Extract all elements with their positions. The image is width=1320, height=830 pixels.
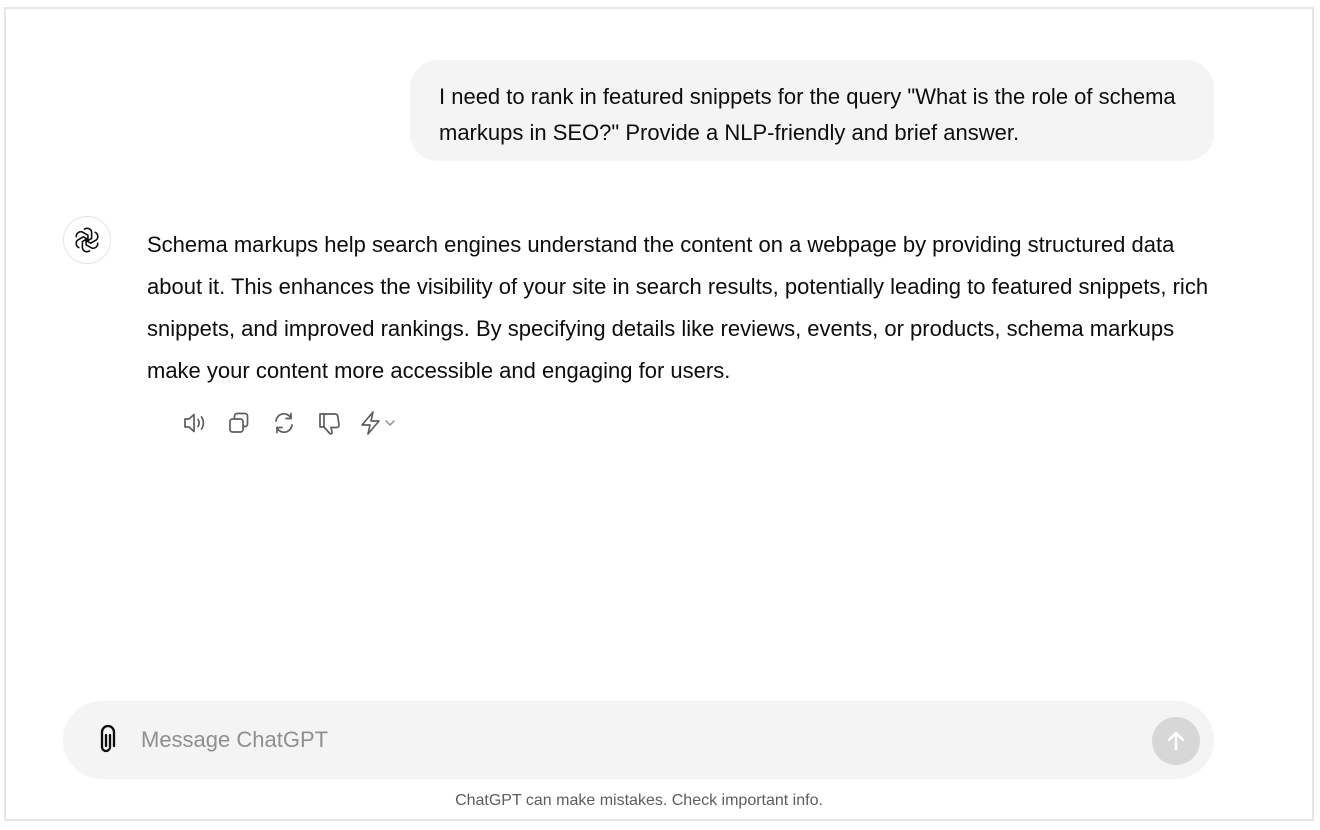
lightning-icon xyxy=(361,411,380,435)
read-aloud-button[interactable] xyxy=(176,405,212,441)
arrow-up-icon xyxy=(1167,731,1185,751)
send-button[interactable] xyxy=(1152,717,1200,765)
switch-model-button[interactable] xyxy=(356,405,406,441)
message-composer xyxy=(63,701,1214,779)
regenerate-button[interactable] xyxy=(266,405,302,441)
copy-icon xyxy=(229,412,249,433)
openai-logo-icon xyxy=(63,216,111,264)
refresh-icon xyxy=(275,412,293,434)
message-input[interactable] xyxy=(141,721,1141,759)
attach-button[interactable] xyxy=(89,722,123,758)
speaker-icon xyxy=(184,413,205,433)
message-actions-bar xyxy=(176,405,415,441)
assistant-message-text: Schema markups help search engines under… xyxy=(147,232,1209,383)
paperclip-icon xyxy=(100,724,116,753)
user-message-text: I need to rank in featured snippets for … xyxy=(439,84,1176,145)
chevron-down-icon xyxy=(385,420,395,426)
disclaimer-text: ChatGPT can make mistakes. Check importa… xyxy=(455,792,823,809)
bad-response-button[interactable] xyxy=(311,405,347,441)
user-message-bubble: I need to rank in featured snippets for … xyxy=(410,60,1214,161)
thumbs-down-icon xyxy=(319,413,340,435)
copy-button[interactable] xyxy=(221,405,257,441)
